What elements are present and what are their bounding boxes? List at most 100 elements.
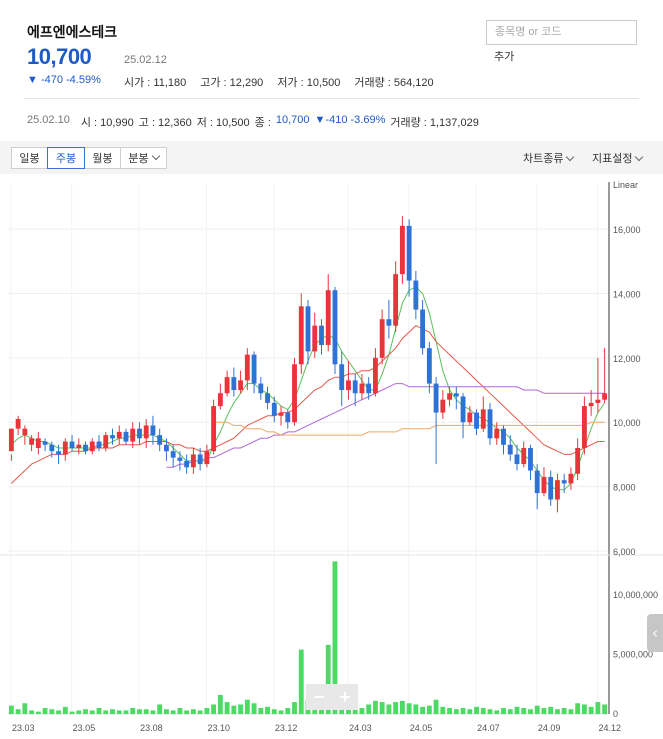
scale-label: Linear (613, 180, 638, 190)
chevron-left-icon (652, 629, 660, 637)
volume-bar (49, 709, 55, 714)
candle-body (359, 383, 365, 394)
zoom-out-button[interactable]: − (306, 684, 332, 710)
chart-canvas[interactable]: Linear 16,000 14,000 12,000 10,000 8,000 6,000… (0, 174, 663, 739)
quote-summary: 시가 : 11,180 고가 : 12,290 저가 : 10,500 거래량 … (124, 74, 434, 90)
candle-body (514, 454, 520, 465)
add-button[interactable]: 추가 (494, 48, 514, 64)
candle-body (393, 274, 399, 326)
volume-bar (204, 708, 210, 714)
search-input[interactable] (495, 26, 628, 38)
volume-bar (137, 709, 142, 714)
candle-body (575, 447, 581, 474)
prev-volume: 거래량 : 1,137,029 (390, 117, 479, 129)
candle-body (258, 383, 264, 394)
volume-bar (190, 709, 196, 714)
volume-bar (123, 710, 129, 714)
candle-body (150, 425, 156, 436)
x-tick-label: 23.10 (208, 723, 231, 733)
volume-bar (62, 706, 68, 714)
volume-tick-label: 0 (613, 709, 618, 719)
side-panel-toggle[interactable] (647, 614, 663, 652)
volume-bar (588, 706, 594, 714)
volume-bar (197, 710, 203, 714)
candle-body (29, 438, 35, 445)
candle-body (521, 447, 527, 465)
candle-body (366, 383, 372, 394)
y-tick-label: 8,000 (613, 483, 636, 493)
volume-bar (251, 703, 257, 714)
volume-bar (581, 704, 587, 714)
volume-bar (110, 709, 115, 714)
prev-date: 25.02.10 (27, 114, 70, 126)
prev-low: 저 : 10,500 (196, 117, 250, 129)
candle-body (116, 431, 122, 439)
candle-body (217, 393, 223, 407)
candle-body (568, 473, 574, 484)
candle-body (312, 325, 318, 352)
volume-bar (413, 704, 419, 714)
volume-bar (278, 710, 284, 714)
volume-bar (595, 702, 601, 714)
candle-body (386, 319, 392, 326)
volume-bar (440, 706, 446, 714)
indicator-menu[interactable]: 지표설정 (592, 150, 644, 166)
volume-bar (602, 704, 608, 714)
low-price: 저가 : 10,500 (277, 77, 341, 89)
search-box[interactable] (486, 20, 637, 45)
volume-bar (399, 700, 405, 714)
candle-body (285, 412, 291, 423)
volume-bar (265, 706, 270, 714)
candle-body (440, 399, 446, 413)
volume-bar (541, 708, 547, 714)
volume-bar (184, 710, 190, 714)
volume-bar (386, 704, 392, 714)
zoom-in-button[interactable]: + (332, 684, 358, 710)
candle-body (8, 428, 14, 452)
volume-bar (211, 704, 217, 714)
candle-body (581, 406, 587, 448)
volume-bar (231, 705, 237, 714)
candle-body (224, 377, 230, 394)
volume-bar (480, 708, 486, 714)
candle-body (22, 428, 28, 436)
price-chart[interactable]: Linear 16,000 14,000 12,000 10,000 8,000 6,000… (0, 174, 663, 739)
candle-body (602, 393, 608, 400)
volume-bar (487, 709, 493, 714)
prev-change: ▼-410 -3.69% (314, 114, 386, 126)
volume-bar (116, 710, 122, 714)
open-price: 시가 : 11,180 (124, 77, 187, 89)
tab-monthly[interactable]: 월봉 (84, 147, 121, 169)
x-tick-label: 23.08 (140, 723, 163, 733)
volume-bar (29, 710, 35, 714)
volume-bar (292, 702, 297, 714)
candle-body (211, 406, 217, 452)
chart-type-menu[interactable]: 차트종류 (523, 150, 575, 166)
volume-bar (164, 709, 169, 714)
candle-body (541, 476, 547, 494)
candle-body (588, 402, 594, 407)
x-tick-label: 23.05 (73, 723, 96, 733)
tab-minute[interactable]: 분봉 (120, 147, 167, 169)
candle-body (460, 396, 466, 423)
candle-body (548, 476, 554, 500)
candle-body (467, 412, 473, 423)
volume-bar (258, 708, 264, 714)
candle-body (507, 444, 513, 455)
candle-body (244, 354, 250, 381)
volume-bar (426, 705, 432, 714)
candle-body (231, 377, 237, 391)
prev-high: 고 : 12,360 (138, 117, 192, 129)
candle-body (96, 441, 102, 448)
tab-daily[interactable]: 일봉 (11, 147, 48, 169)
y-tick-label: 6,000 (613, 547, 636, 557)
candle-body (501, 428, 506, 445)
price-change: ▼ -470 -4.59% (27, 74, 101, 86)
volume-bar (406, 703, 412, 714)
x-tick-label: 24.09 (538, 723, 561, 733)
volume-bar (359, 708, 365, 714)
volume-bar (507, 709, 513, 714)
volume-bar (548, 706, 554, 714)
tab-weekly[interactable]: 주봉 (47, 147, 85, 169)
y-tick-label: 16,000 (613, 225, 641, 235)
